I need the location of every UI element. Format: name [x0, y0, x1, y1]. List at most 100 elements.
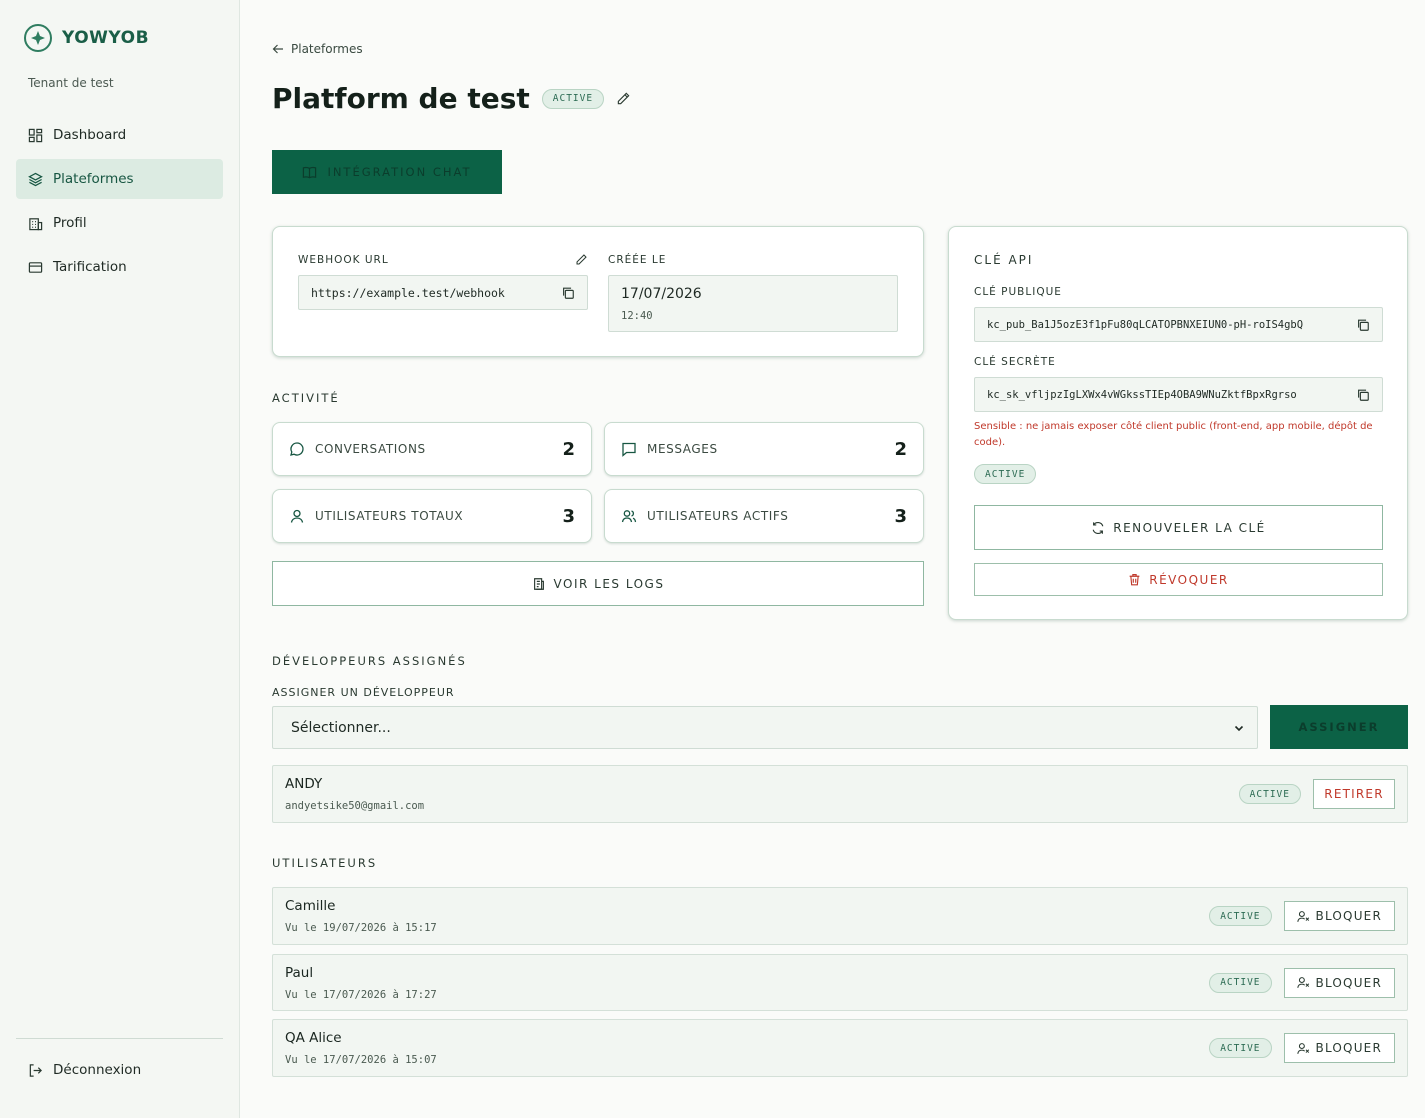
chat-integration-button[interactable]: INTÉGRATION CHAT: [272, 150, 502, 194]
dashboard-icon: [28, 128, 43, 142]
developer-select[interactable]: Sélectionner...: [272, 706, 1258, 749]
webhook-label: WEBHOOK URL: [298, 254, 389, 266]
user-block-icon: [1296, 977, 1309, 988]
stat-label: MESSAGES: [647, 442, 718, 456]
users-title: UTILISATEURS: [272, 856, 378, 870]
book-icon: [303, 166, 317, 178]
message-square-icon: [622, 442, 636, 457]
developers-title: DÉVELOPPEURS ASSIGNÉS: [272, 654, 467, 668]
edit-webhook-icon[interactable]: [575, 253, 588, 266]
block-user-button[interactable]: BLOQUER: [1283, 1033, 1395, 1063]
chat-integration-label: INTÉGRATION CHAT: [327, 165, 472, 179]
page-title-row: Platform de test ACTIVE: [272, 82, 631, 115]
user-block-icon: [1296, 1042, 1309, 1054]
stat-label: CONVERSATIONS: [315, 442, 426, 456]
view-logs-button[interactable]: VOIR LES LOGS: [272, 561, 924, 606]
secret-key-field[interactable]: kc_sk_vfljpzIgLXWx4vWGkssTIEp4OBA9WNuZkt…: [974, 377, 1383, 412]
sidebar-divider: [16, 1038, 223, 1039]
public-key-label: CLÉ PUBLIQUE: [974, 286, 1062, 298]
api-key-status-badge: ACTIVE: [974, 464, 1037, 484]
remove-developer-button[interactable]: RETIRER: [1313, 779, 1395, 809]
developer-email: andyetsike50@gmail.com: [285, 800, 425, 812]
app-root: YOWYOB Tenant de test Dashboard Platefor…: [0, 0, 1425, 1118]
user-last-seen: Vu le 17/07/2026 à 17:27: [285, 989, 437, 1001]
back-link-label: Plateformes: [291, 42, 363, 56]
sidebar: YOWYOB Tenant de test Dashboard Platefor…: [0, 0, 240, 1118]
back-link[interactable]: Plateformes: [272, 42, 363, 56]
chevron-down-icon: [1234, 725, 1244, 731]
user-row: Paul Vu le 17/07/2026 à 17:27 ACTIVE BLO…: [272, 954, 1408, 1011]
block-user-button[interactable]: BLOQUER: [1283, 967, 1395, 998]
logout-icon: [29, 1063, 42, 1077]
sidebar-item-dashboard[interactable]: Dashboard: [16, 115, 223, 155]
tenant-name: Tenant de test: [28, 76, 114, 90]
user-block-icon: [1296, 910, 1309, 922]
sidebar-item-profil[interactable]: Profil: [16, 203, 223, 243]
block-user-label: BLOQUER: [1315, 909, 1382, 923]
user-row: Camille Vu le 19/07/2026 à 15:17 ACTIVE …: [272, 887, 1408, 945]
stat-active-users: UTILISATEURS ACTIFS 3: [604, 489, 924, 543]
stat-value: 2: [562, 438, 575, 460]
sidebar-item-label: Plateformes: [53, 171, 134, 187]
sidebar-item-plateformes[interactable]: Plateformes: [16, 159, 223, 199]
sidebar-item-tarification[interactable]: Tarification: [16, 247, 223, 287]
sidebar-item-label: Profil: [53, 215, 87, 231]
brand-logo-icon: [24, 24, 52, 52]
user-status-badge: ACTIVE: [1209, 1038, 1272, 1058]
page-title: Platform de test: [272, 82, 530, 115]
sidebar-nav: Dashboard Plateformes Profil Tarificatio…: [16, 115, 223, 291]
user-actions: ACTIVE BLOQUER: [1209, 1020, 1395, 1076]
user-actions: ACTIVE BLOQUER: [1209, 955, 1395, 1010]
user-last-seen: Vu le 17/07/2026 à 15:07: [285, 1054, 437, 1066]
copy-icon[interactable]: [561, 286, 575, 300]
stat-total-users: UTILISATEURS TOTAUX 3: [272, 489, 592, 543]
assign-developer-label: ASSIGNER UN DÉVELOPPEUR: [272, 686, 455, 699]
secret-key-value: kc_sk_vfljpzIgLXWx4vWGkssTIEp4OBA9WNuZkt…: [987, 389, 1297, 401]
public-key-field[interactable]: kc_pub_Ba1J5ozE3f1pFu80qLCATOPBNXEIUN0-p…: [974, 307, 1383, 342]
brand[interactable]: YOWYOB: [24, 24, 149, 52]
building-icon: [29, 217, 43, 230]
user-icon: [290, 509, 304, 523]
created-date-field: 17/07/2026 12:40: [608, 275, 898, 332]
refresh-icon: [1092, 521, 1104, 534]
stat-value: 3: [894, 505, 907, 527]
stat-label: UTILISATEURS TOTAUX: [315, 509, 464, 523]
sidebar-item-label: Tarification: [53, 259, 127, 275]
stat-value: 3: [562, 505, 575, 527]
block-user-label: BLOQUER: [1315, 975, 1382, 990]
stat-conversations: CONVERSATIONS 2: [272, 422, 592, 476]
logout-button[interactable]: Déconnexion: [28, 1062, 141, 1078]
user-name: Camille: [285, 898, 336, 914]
developer-select-value: Sélectionner...: [291, 719, 391, 736]
users-icon: [621, 510, 637, 523]
revoke-key-label: RÉVOQUER: [1149, 572, 1229, 587]
secret-key-warning: Sensible : ne jamais exposer côté client…: [974, 421, 1373, 448]
sidebar-item-label: Dashboard: [53, 127, 127, 143]
stat-messages: MESSAGES 2: [604, 422, 924, 476]
edit-title-icon[interactable]: [616, 91, 631, 106]
block-user-button[interactable]: BLOQUER: [1283, 901, 1395, 931]
card-icon: [28, 261, 43, 273]
webhook-url-field[interactable]: https://example.test/webhook: [298, 275, 588, 310]
developer-row: ANDY andyetsike50@gmail.com ACTIVE RETIR…: [272, 765, 1408, 823]
trash-icon: [1129, 574, 1140, 586]
user-last-seen: Vu le 19/07/2026 à 15:17: [285, 922, 437, 934]
developer-status-badge: ACTIVE: [1238, 784, 1301, 804]
user-actions: ACTIVE BLOQUER: [1209, 888, 1395, 944]
copy-icon[interactable]: [1356, 318, 1370, 332]
layers-icon: [28, 172, 43, 186]
activity-title: ACTIVITÉ: [272, 391, 340, 405]
copy-icon[interactable]: [1356, 388, 1370, 402]
developer-name: ANDY: [285, 776, 323, 792]
status-badge: ACTIVE: [541, 88, 605, 109]
created-time: 12:40: [621, 310, 653, 322]
arrow-left-icon: [272, 44, 283, 54]
stat-label: UTILISATEURS ACTIFS: [647, 509, 789, 523]
chat-bubble-icon: [290, 442, 304, 456]
assign-button[interactable]: ASSIGNER: [1270, 705, 1408, 749]
logout-label: Déconnexion: [53, 1062, 142, 1078]
main-content: Plateformes Platform de test ACTIVE INTÉ…: [240, 0, 1425, 1118]
logs-icon: [533, 577, 544, 590]
revoke-key-button[interactable]: RÉVOQUER: [974, 563, 1383, 596]
renew-key-button[interactable]: RENOUVELER LA CLÉ: [974, 505, 1383, 550]
